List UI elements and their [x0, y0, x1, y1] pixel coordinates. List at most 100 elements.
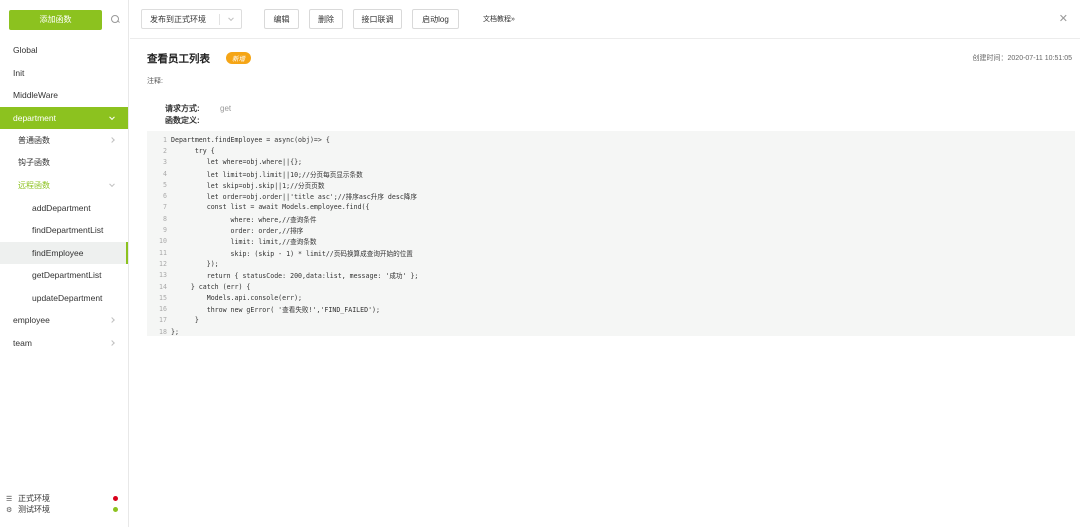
code-line: 13 return { statusCode: 200,data:list, m…	[147, 270, 1075, 281]
line-number: 3	[163, 158, 167, 167]
divider	[219, 14, 220, 25]
app-window: 添加函数 Global Init MiddleWare department 普…	[0, 0, 1080, 527]
request-info: 请求方式: get 函数定义:	[147, 102, 1075, 126]
code-text: where: where,//查询条件	[171, 215, 317, 224]
line-number: 17	[159, 316, 167, 325]
menu-item-hook-functions[interactable]: 钩子函数	[0, 152, 128, 175]
delete-button[interactable]: 删除	[309, 9, 343, 29]
code-line: 1 Department.findEmployee = async(obj)=> …	[147, 134, 1075, 145]
menu-item-team[interactable]: team	[0, 332, 128, 355]
chevron-right-icon	[109, 317, 115, 324]
code-editor[interactable]: 1 Department.findEmployee = async(obj)=> …	[147, 131, 1075, 336]
chevron-right-icon	[109, 339, 115, 346]
code-text: };	[171, 327, 179, 336]
code-text: limit: limit,//查询条数	[171, 238, 317, 247]
menu-item-update-department[interactable]: updateDepartment	[0, 287, 128, 310]
docs-link[interactable]: 文档教程»	[483, 14, 515, 24]
title-row: 查看员工列表 新增 创建时间：2020-07-11 10:51:05	[147, 40, 1075, 76]
code-text: let skip=obj.skip||1;//分页页数	[171, 181, 325, 190]
menu-item-label: Init	[13, 67, 25, 78]
code-text: let limit=obj.limit||10;//分页每页显示条数	[171, 170, 363, 179]
code-line: 9 order: order,//排序	[147, 224, 1075, 235]
created-time: 创建时间：2020-07-11 10:51:05	[972, 55, 1072, 62]
menu-item-find-department-list[interactable]: findDepartmentList	[0, 219, 128, 242]
line-number: 14	[159, 282, 167, 291]
code-text: let order=obj.order||'title asc';//排序asc…	[171, 193, 417, 202]
menu-item-get-department-list[interactable]: getDepartmentList	[0, 264, 128, 287]
env-label: 正式环境	[18, 494, 50, 503]
code-line: 17 }	[147, 315, 1075, 326]
request-method-label: 请求方式:	[165, 103, 200, 113]
menu-item-middleware[interactable]: MiddleWare	[0, 84, 128, 107]
list-icon: ☰	[6, 495, 13, 503]
env-testing[interactable]: ⚙ 测试环境	[6, 504, 118, 515]
code-line: 11 skip: (skip - 1) * limit//页码换算成查询开始的位…	[147, 247, 1075, 258]
code-text: }	[171, 316, 199, 325]
comment-label: 注释:	[147, 78, 163, 85]
publish-environment-select[interactable]: 发布到正式环境	[141, 9, 242, 29]
code-line: 18};	[147, 326, 1075, 337]
env-production[interactable]: ☰ 正式环境	[6, 493, 118, 504]
code-text: try {	[171, 146, 215, 155]
environment-list: ☰ 正式环境 ⚙ 测试环境	[6, 493, 118, 515]
chevron-right-icon	[109, 137, 115, 144]
menu-item-label: findDepartmentList	[32, 225, 104, 236]
line-number: 18	[159, 327, 167, 336]
menu-item-employee[interactable]: employee	[0, 309, 128, 332]
code-text: });	[171, 259, 219, 268]
line-number: 4	[163, 169, 167, 178]
menu-item-find-employee[interactable]: findEmployee	[0, 241, 128, 264]
api-debug-button[interactable]: 接口联调	[353, 9, 402, 29]
menu-item-label: MiddleWare	[13, 90, 59, 101]
gear-icon: ⚙	[6, 506, 13, 514]
menu-item-label: getDepartmentList	[32, 270, 102, 281]
close-icon[interactable]: ✕	[1059, 12, 1068, 25]
line-number: 12	[159, 259, 167, 268]
status-badge: 新增	[226, 52, 251, 64]
menu-item-label: team	[13, 337, 32, 348]
line-number: 13	[159, 271, 167, 280]
search-icon[interactable]	[111, 15, 120, 24]
menu-item-label: findEmployee	[32, 247, 84, 258]
line-number: 16	[159, 305, 167, 314]
menu-item-add-department[interactable]: addDepartment	[0, 197, 128, 220]
menu-item-global[interactable]: Global	[0, 39, 128, 62]
start-log-button[interactable]: 启动log	[412, 9, 459, 29]
function-def-label: 函数定义:	[165, 115, 200, 125]
menu-item-normal-functions[interactable]: 普通函数	[0, 129, 128, 152]
function-detail: 查看员工列表 新增 创建时间：2020-07-11 10:51:05 注释: 请…	[147, 40, 1075, 336]
code-line: 2 try {	[147, 145, 1075, 156]
status-dot	[113, 507, 118, 512]
line-number: 10	[159, 237, 167, 246]
sidebar: 添加函数 Global Init MiddleWare department 普…	[0, 0, 129, 527]
code-line: 15 Models.api.console(err);	[147, 292, 1075, 303]
code-text: } catch (err) {	[171, 282, 251, 291]
env-label: 测试环境	[18, 505, 50, 514]
code-line: 16 throw new gError( '查看失败!','FIND_FAILE…	[147, 303, 1075, 314]
select-value: 发布到正式环境	[150, 14, 206, 24]
code-text: return { statusCode: 200,data:list, mess…	[171, 272, 419, 281]
chevron-down-icon	[228, 15, 234, 22]
sidebar-header: 添加函数	[0, 0, 128, 39]
menu-item-label: Global	[13, 45, 38, 56]
menu-item-remote-functions[interactable]: 远程函数	[0, 174, 128, 197]
code-text: order: order,//排序	[171, 227, 304, 236]
chevron-down-icon	[109, 114, 115, 120]
code-line: 5 let skip=obj.skip||1;//分页页数	[147, 179, 1075, 190]
line-number: 1	[163, 135, 167, 144]
chevron-down-icon	[109, 181, 115, 188]
menu-item-department[interactable]: department	[0, 106, 128, 129]
menu-item-init[interactable]: Init	[0, 62, 128, 85]
code-line: 3 let where=obj.where||{};	[147, 157, 1075, 168]
menu-item-label: employee	[13, 315, 50, 326]
code-line: 6 let order=obj.order||'title asc';//排序a…	[147, 190, 1075, 201]
line-number: 15	[159, 293, 167, 302]
status-dot	[113, 496, 118, 501]
line-number: 9	[163, 226, 167, 235]
line-number: 11	[159, 248, 167, 257]
menu-item-label: addDepartment	[32, 202, 91, 213]
code-line: 10 limit: limit,//查询条数	[147, 236, 1075, 247]
edit-button[interactable]: 编辑	[264, 9, 299, 29]
add-function-button[interactable]: 添加函数	[9, 9, 102, 30]
line-number: 5	[163, 180, 167, 189]
